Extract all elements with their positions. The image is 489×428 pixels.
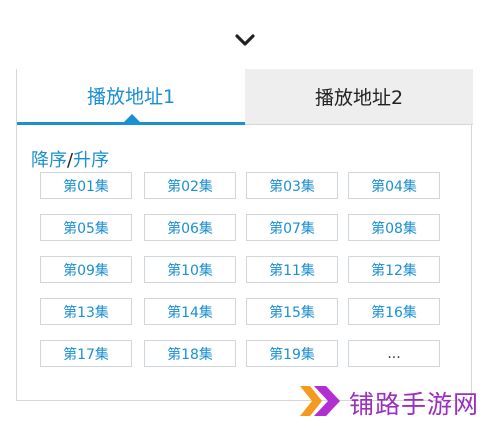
source-tabs: 播放地址1 播放地址2 xyxy=(17,69,473,125)
double-chevron-logo-icon xyxy=(300,386,340,416)
episode-button[interactable]: 第12集 xyxy=(348,256,440,283)
episode-panel: 播放地址1 播放地址2 降序/升序 第01集 第02集 第03集 第04集 第0… xyxy=(16,69,473,401)
episode-button[interactable]: 第19集 xyxy=(246,340,338,367)
episode-button[interactable]: 第07集 xyxy=(246,214,338,241)
sort-toggle: 降序/升序 xyxy=(31,146,109,172)
watermark-logo: 铺路手游网 xyxy=(298,380,478,424)
episode-button[interactable]: 第14集 xyxy=(144,298,236,325)
chevron-down-icon[interactable] xyxy=(234,33,256,47)
active-tab-caret xyxy=(124,114,140,122)
sort-asc-link[interactable]: 升序 xyxy=(73,150,109,171)
episode-button[interactable]: 第06集 xyxy=(144,214,236,241)
episode-button[interactable]: 第09集 xyxy=(40,256,132,283)
tab-source-2[interactable]: 播放地址2 xyxy=(245,69,473,125)
episode-button[interactable]: 第10集 xyxy=(144,256,236,283)
episode-button[interactable]: 第03集 xyxy=(246,172,338,199)
episode-button[interactable]: 第11集 xyxy=(246,256,338,283)
episode-button[interactable]: 第18集 xyxy=(144,340,236,367)
episode-button[interactable]: 第16集 xyxy=(348,298,440,325)
more-episodes-button[interactable]: ... xyxy=(348,340,440,367)
episode-button[interactable]: 第08集 xyxy=(348,214,440,241)
tab-label: 播放地址1 xyxy=(86,86,176,108)
watermark-text: 铺路手游网 xyxy=(349,390,480,419)
tab-source-1[interactable]: 播放地址1 xyxy=(17,69,245,125)
episode-button[interactable]: 第15集 xyxy=(246,298,338,325)
episode-button[interactable]: 第04集 xyxy=(348,172,440,199)
tab-label: 播放地址2 xyxy=(314,87,404,109)
episode-button[interactable]: 第02集 xyxy=(144,172,236,199)
episode-button[interactable]: 第17集 xyxy=(40,340,132,367)
episode-button[interactable]: 第13集 xyxy=(40,298,132,325)
episode-button[interactable]: 第05集 xyxy=(40,214,132,241)
sort-desc-link[interactable]: 降序 xyxy=(31,150,67,171)
episode-button[interactable]: 第01集 xyxy=(40,172,132,199)
